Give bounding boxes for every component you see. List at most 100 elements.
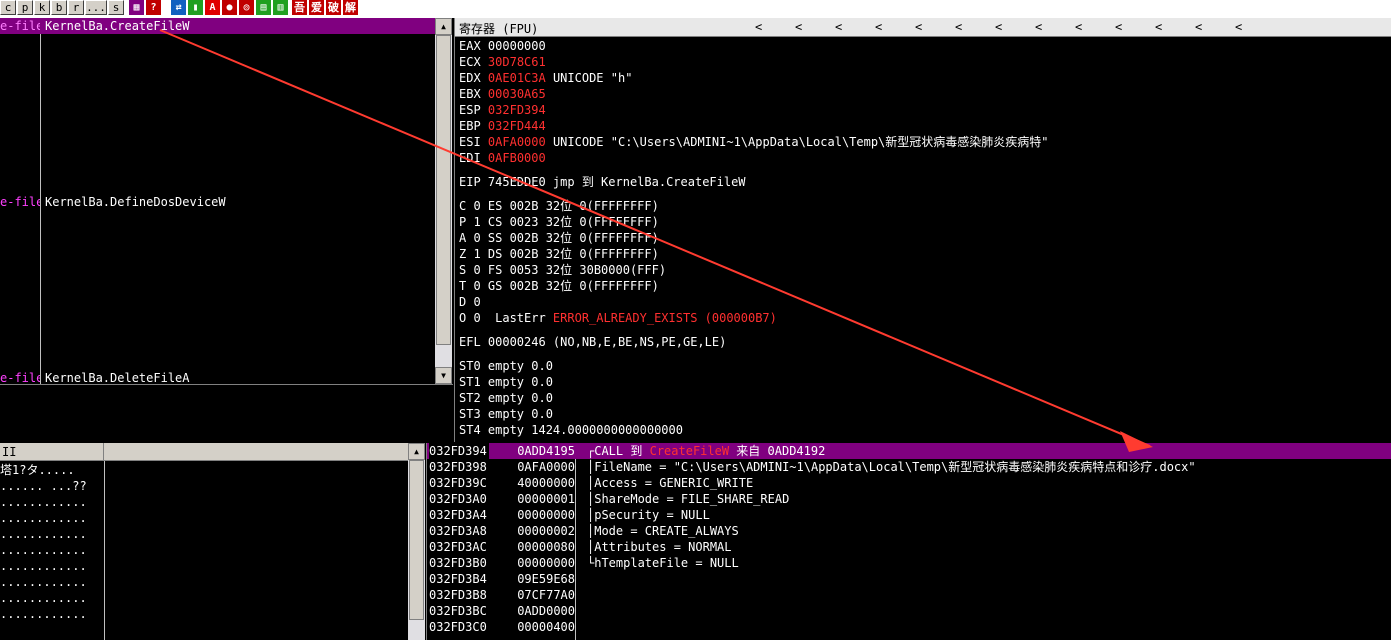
register-ecx[interactable]: ECX 30D78C61: [459, 54, 546, 70]
disassembly-scrollbar[interactable]: ▲ ▼: [435, 18, 452, 384]
register-efl[interactable]: EFL 00000246 (NO,NB,E,BE,NS,PE,GE,LE): [459, 334, 726, 350]
dump-row[interactable]: ............: [0, 606, 87, 622]
collapse-arrow-icon[interactable]: <: [955, 20, 962, 34]
stack-pane[interactable]: 032FD394 0ADD4195 ┌CALL 到 CreateFileW 来自 0…: [426, 443, 1391, 640]
toolbar-button-4[interactable]: r: [68, 0, 84, 15]
grid-icon[interactable]: ▦: [129, 0, 144, 15]
flag-segment-row[interactable]: A 0 SS 002B 32位 0(FFFFFFFF): [459, 230, 659, 246]
registers-pane[interactable]: 寄存器 (FPU) < < < < < < < < < < < < < EAX 00000000 ECX…: [454, 18, 1391, 442]
stack-row[interactable]: 032FD3AC 00000080 │Attributes = NORMAL: [427, 539, 1391, 555]
dump-scrollbar[interactable]: ▲: [408, 443, 425, 640]
scroll-up-icon[interactable]: ▲: [435, 18, 452, 35]
scroll-thumb[interactable]: [409, 460, 424, 620]
scroll-down-icon[interactable]: ▼: [435, 367, 452, 384]
collapse-arrow-icon[interactable]: <: [755, 20, 762, 34]
register-value[interactable]: 0AFA0000: [488, 135, 546, 149]
toolbar-button-2[interactable]: k: [34, 0, 50, 15]
grid2-icon[interactable]: ▥: [273, 0, 288, 15]
register-value[interactable]: 30D78C61: [488, 55, 546, 69]
disasm-row[interactable]: e-file KernelBa.DefineDosDeviceW: [0, 194, 435, 210]
help-icon[interactable]: ?: [146, 0, 161, 15]
dump-row[interactable]: ............: [0, 542, 87, 558]
flag-segment-row[interactable]: S 0 FS 0053 32位 30B0000(FFF): [459, 262, 666, 278]
register-esp[interactable]: ESP 032FD394: [459, 102, 546, 118]
dump-row[interactable]: ............: [0, 510, 87, 526]
register-ebp[interactable]: EBP 032FD444: [459, 118, 546, 134]
register-ebx[interactable]: EBX 00030A65: [459, 86, 546, 102]
register-edi[interactable]: EDI 0AFB0000: [459, 150, 546, 166]
memory-dump-pane[interactable]: II 塔1?タ........... ...??................…: [0, 443, 425, 640]
register-value[interactable]: 0AFB0000: [488, 151, 546, 165]
collapse-arrow-icon[interactable]: <: [1075, 20, 1082, 34]
stack-row[interactable]: 032FD3A8 00000002 │Mode = CREATE_ALWAYS: [427, 523, 1391, 539]
stack-address: 032FD3A8: [429, 524, 487, 538]
stack-row[interactable]: 032FD3A0 00000001 │ShareMode = FILE_SHARE_…: [427, 491, 1391, 507]
fpu-register[interactable]: ST4 empty 1424.0000000000000000: [459, 422, 683, 438]
register-value[interactable]: 00030A65: [488, 87, 546, 101]
collapse-arrow-icon[interactable]: <: [995, 20, 1002, 34]
toolbar-cn-button-1[interactable]: 爱: [309, 0, 324, 15]
stack-row[interactable]: 032FD3C0 00000400: [427, 619, 1391, 635]
flag-segment-row[interactable]: D 0: [459, 294, 481, 310]
register-esi[interactable]: ESI 0AFA0000 UNICODE "C:\Users\ADMINI~1\…: [459, 134, 1049, 150]
stack-row[interactable]: 032FD3A4 00000000 │pSecurity = NULL: [427, 507, 1391, 523]
toolbar-button-1[interactable]: p: [17, 0, 33, 15]
record-icon[interactable]: ●: [222, 0, 237, 15]
stack-row[interactable]: 032FD3B8 07CF77A0: [427, 587, 1391, 603]
collapse-arrow-icon[interactable]: <: [915, 20, 922, 34]
register-edx[interactable]: EDX 0AE01C3A UNICODE "h": [459, 70, 632, 86]
collapse-arrow-icon[interactable]: <: [1115, 20, 1122, 34]
dump-row[interactable]: ............: [0, 590, 87, 606]
stack-row[interactable]: 032FD39C 40000000 │Access = GENERIC_WRITE: [427, 475, 1391, 491]
toolbar-button-3[interactable]: b: [51, 0, 67, 15]
dump-row[interactable]: ............: [0, 574, 87, 590]
fpu-register[interactable]: ST1 empty 0.0: [459, 374, 553, 390]
collapse-arrow-icon[interactable]: <: [875, 20, 882, 34]
target-icon[interactable]: ◎: [239, 0, 254, 15]
toolbar-button-5[interactable]: ...: [85, 0, 107, 15]
toolbar-cn-button-2[interactable]: 破: [326, 0, 341, 15]
toolbar-cn-button-3[interactable]: 解: [343, 0, 358, 15]
dump-row[interactable]: ............: [0, 494, 87, 510]
fpu-register[interactable]: ST2 empty 0.0: [459, 390, 553, 406]
stack-row[interactable]: 032FD394 0ADD4195 ┌CALL 到 CreateFileW 来自 0…: [427, 443, 1391, 459]
fpu-register[interactable]: ST3 empty 0.0: [459, 406, 553, 422]
registers-title-bar[interactable]: 寄存器 (FPU) < < < < < < < < < < < < <: [455, 18, 1391, 37]
toolbar-button-0[interactable]: c: [0, 0, 16, 15]
register-eip[interactable]: EIP 745EDDE0 jmp 到 KernelBa.CreateFileW: [459, 174, 746, 190]
register-eax[interactable]: EAX 00000000: [459, 38, 546, 54]
scroll-up-icon[interactable]: ▲: [408, 443, 425, 460]
dump-row[interactable]: ............: [0, 526, 87, 542]
collapse-arrow-icon[interactable]: <: [1035, 20, 1042, 34]
flag-segment-row[interactable]: T 0 GS 002B 32位 0(FFFFFFFF): [459, 278, 659, 294]
disassembly-pane[interactable]: e-file KernelBa.CreateFileW e-file KernelBa…: [0, 18, 453, 385]
a-icon[interactable]: A: [205, 0, 220, 15]
bar-icon[interactable]: ▮: [188, 0, 203, 15]
fpu-register[interactable]: ST0 empty 0.0: [459, 358, 553, 374]
register-value[interactable]: 032FD394: [488, 103, 546, 117]
register-value[interactable]: 00000000: [488, 39, 546, 53]
scroll-thumb[interactable]: [436, 35, 451, 345]
flag-segment-row[interactable]: P 1 CS 0023 32位 0(FFFFFFFF): [459, 214, 659, 230]
collapse-arrow-icon[interactable]: <: [835, 20, 842, 34]
stack-row[interactable]: 032FD3B4 09E59E68: [427, 571, 1391, 587]
list-icon[interactable]: ▤: [256, 0, 271, 15]
flag-segment-row[interactable]: C 0 ES 002B 32位 0(FFFFFFFF): [459, 198, 659, 214]
collapse-arrow-icon[interactable]: <: [1235, 20, 1242, 34]
disasm-row[interactable]: e-file KernelBa.CreateFileW: [0, 18, 435, 34]
flag-segment-row[interactable]: Z 1 DS 002B 32位 0(FFFFFFFF): [459, 246, 659, 262]
toolbar-cn-button-0[interactable]: 吾: [292, 0, 307, 15]
toolbar-button-6[interactable]: s: [108, 0, 124, 15]
dump-row[interactable]: 塔1?タ.....: [0, 462, 75, 478]
collapse-arrow-icon[interactable]: <: [1155, 20, 1162, 34]
stack-row[interactable]: 032FD3BC 0ADD0000: [427, 603, 1391, 619]
register-value[interactable]: 0AE01C3A: [488, 71, 546, 85]
save-icon[interactable]: ⇄: [171, 0, 186, 15]
collapse-arrow-icon[interactable]: <: [1195, 20, 1202, 34]
stack-row[interactable]: 032FD3B0 00000000 └hTemplateFile = NULL: [427, 555, 1391, 571]
stack-row[interactable]: 032FD398 0AFA0000 │FileName = "C:\Users\AD…: [427, 459, 1391, 475]
dump-row[interactable]: ............: [0, 558, 87, 574]
register-value[interactable]: 032FD444: [488, 119, 546, 133]
collapse-arrow-icon[interactable]: <: [795, 20, 802, 34]
dump-row[interactable]: ...... ...??: [0, 478, 87, 494]
